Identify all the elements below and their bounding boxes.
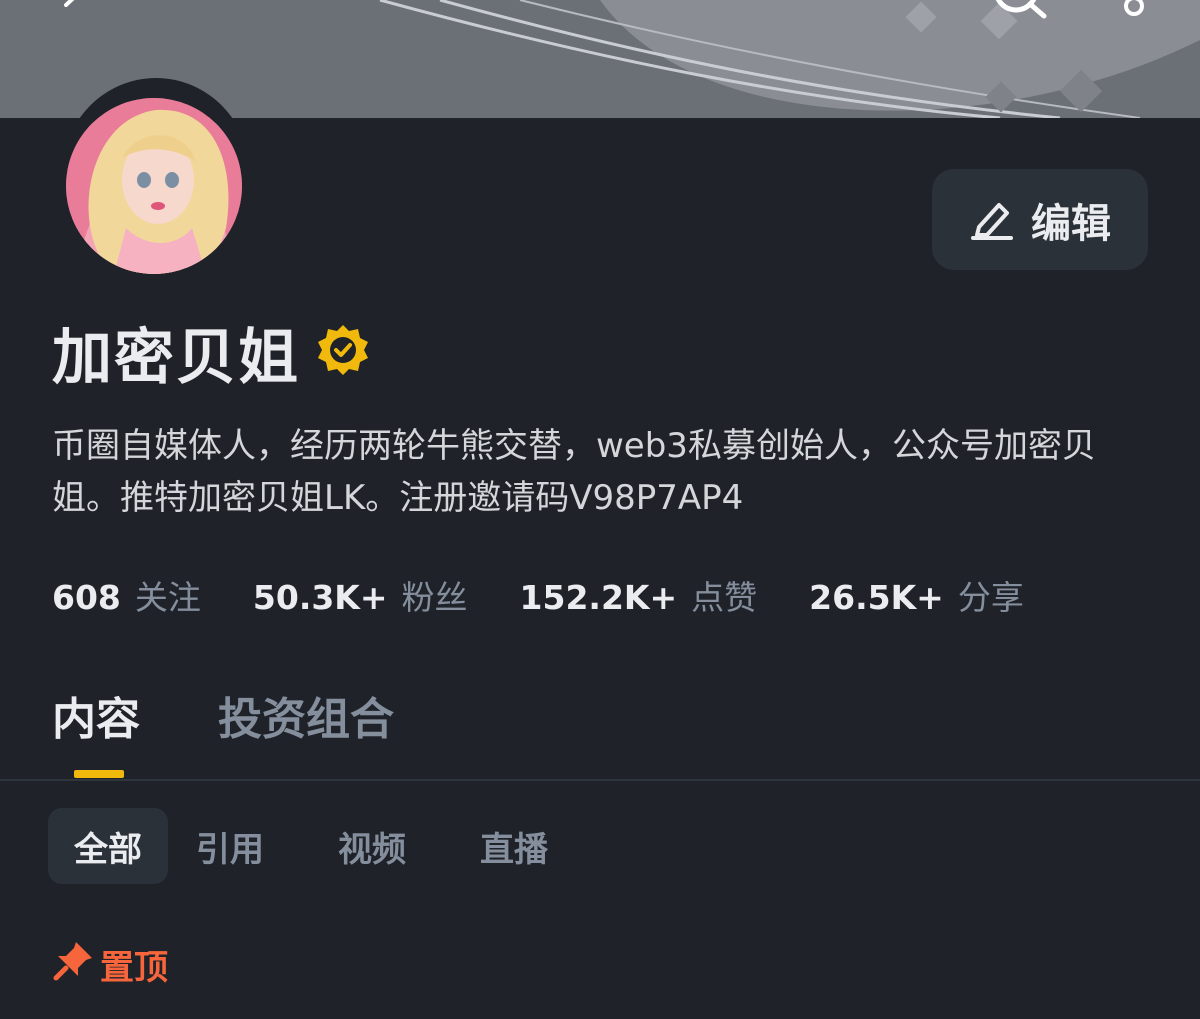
tab-content[interactable]: 内容 — [52, 683, 140, 747]
stat-followers[interactable]: 50.3K+ 粉丝 — [253, 571, 468, 619]
edit-pencil-icon — [969, 195, 1015, 245]
content-filter-tabs: 全部 引用 视频 直播 — [48, 808, 622, 884]
verified-badge-icon — [316, 323, 370, 381]
profile-name-row: 加密贝姐 — [52, 314, 370, 393]
stat-value: 26.5K+ — [809, 578, 944, 617]
subtab-all[interactable]: 全部 — [48, 808, 168, 884]
stat-value: 608 — [52, 578, 121, 617]
subtab-quotes[interactable]: 引用 — [196, 808, 264, 884]
stat-label: 点赞 — [691, 578, 758, 617]
stat-label: 分享 — [957, 578, 1024, 617]
profile-name: 加密贝姐 — [52, 322, 300, 393]
edit-button-label: 编辑 — [1031, 200, 1111, 247]
pinned-label: 置顶 — [100, 947, 168, 988]
avatar-illustration — [66, 98, 242, 274]
tab-divider — [0, 779, 1200, 781]
pinned-section-header: 置顶 — [52, 938, 168, 990]
active-tab-indicator — [74, 770, 124, 778]
stat-value: 50.3K+ — [252, 578, 388, 617]
stat-value: 152.2K+ — [519, 578, 678, 617]
avatar[interactable] — [66, 98, 242, 274]
profile-stats: 608 关注 50.3K+ 粉丝 152.2K+ 点赞 26.5K+ 分享 — [52, 570, 1076, 620]
edit-profile-button[interactable]: 编辑 — [932, 169, 1148, 270]
stat-following[interactable]: 608 关注 — [52, 571, 201, 619]
stat-shares[interactable]: 26.5K+ 分享 — [809, 571, 1024, 619]
subtab-videos[interactable]: 视频 — [338, 808, 406, 884]
pin-icon — [52, 938, 96, 991]
stat-label: 粉丝 — [401, 578, 468, 617]
stat-likes[interactable]: 152.2K+ 点赞 — [520, 571, 758, 619]
subtab-live[interactable]: 直播 — [480, 808, 548, 884]
main-tabs: 内容 投资组合 — [52, 680, 394, 750]
stat-label: 关注 — [134, 578, 201, 617]
tab-portfolio[interactable]: 投资组合 — [218, 683, 394, 747]
profile-bio: 币圈自媒体人，经历两轮牛熊交替，web3私募创始人，公众号加密贝姐。推特加密贝姐… — [52, 426, 1096, 518]
